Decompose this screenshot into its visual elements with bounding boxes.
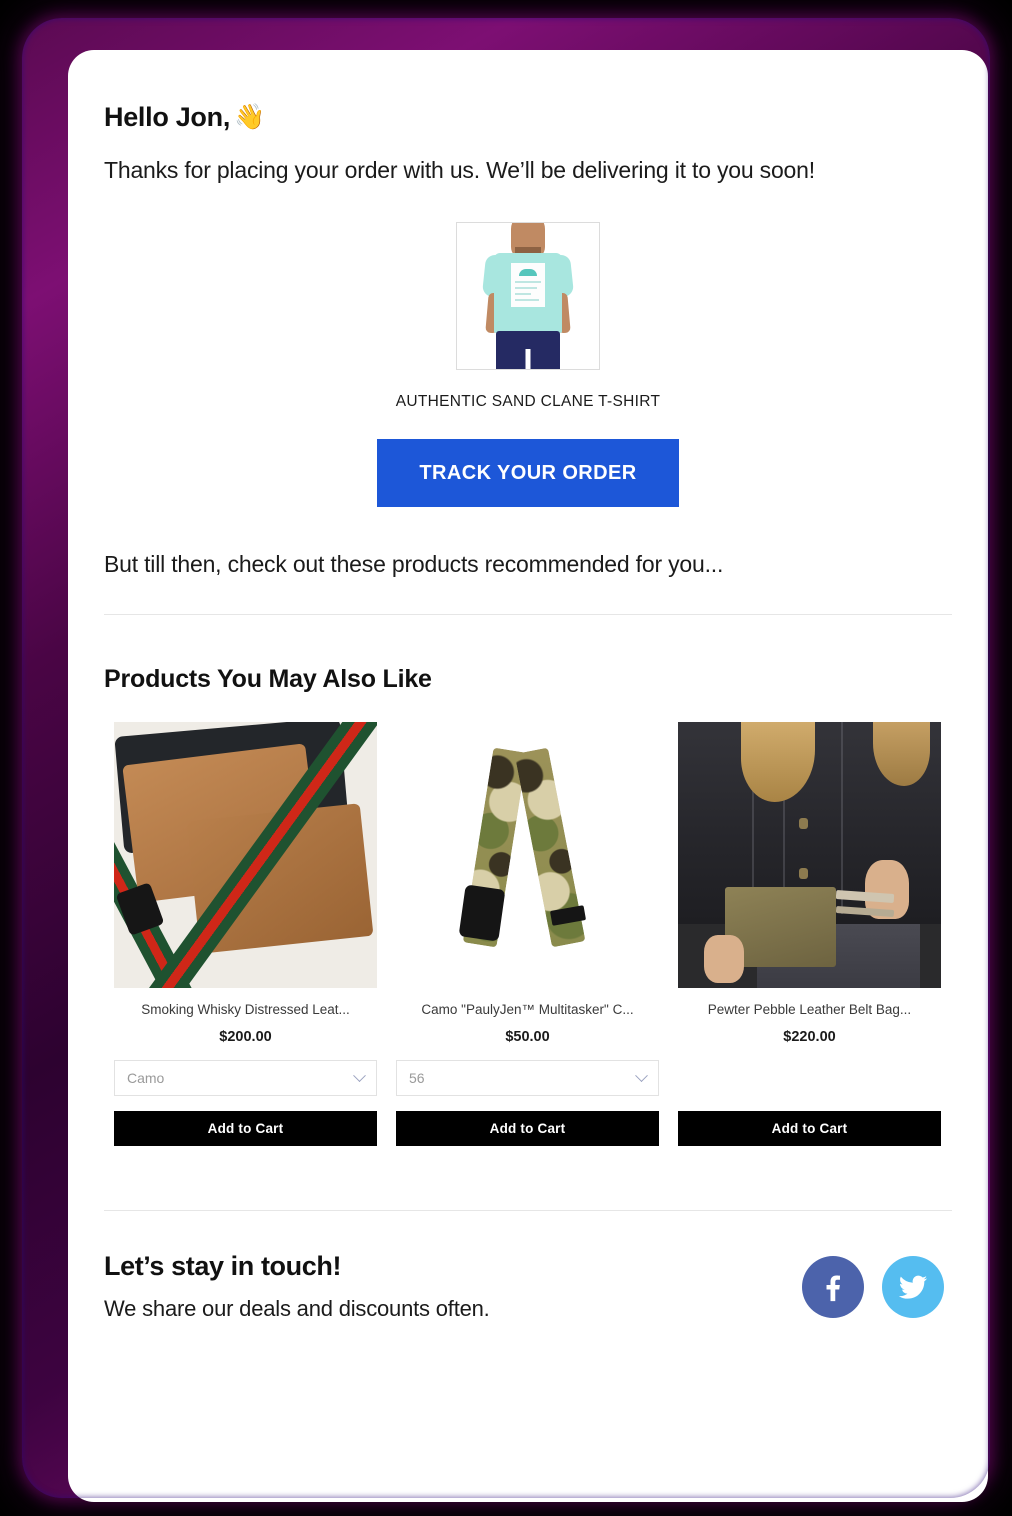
chevron-down-icon — [353, 1068, 366, 1082]
product-price: $200.00 — [219, 1029, 272, 1045]
product-price: $220.00 — [783, 1029, 836, 1045]
product-image[interactable] — [678, 722, 941, 988]
email-card: Hello Jon, 👋 Thanks for placing your ord… — [68, 50, 988, 1502]
twitter-icon[interactable] — [882, 1255, 944, 1318]
teaser-text: But till then, check out these products … — [104, 551, 724, 577]
variant-value: Camo — [127, 1070, 165, 1086]
product-name: Pewter Pebble Leather Belt Bag... — [707, 1002, 912, 1017]
product-name: Smoking Whisky Distressed Leat... — [141, 1002, 350, 1017]
product-name: Camo "PaulyJen™ Multitasker" C... — [421, 1002, 634, 1017]
footer-subtitle: We share our deals and discounts often. — [104, 1296, 490, 1321]
add-to-cart-button[interactable]: Add to Cart — [678, 1111, 941, 1146]
greeting-line: Hello Jon, 👋 — [68, 102, 988, 133]
variant-placeholder — [678, 1045, 941, 1096]
product-card: Pewter Pebble Leather Belt Bag... $220.0… — [678, 722, 941, 1146]
chevron-down-icon — [635, 1068, 648, 1082]
product-image[interactable] — [114, 722, 377, 988]
product-variant-select[interactable]: Camo — [114, 1060, 377, 1096]
hero-product-title: AUTHENTIC SAND CLANE T-SHIRT — [395, 393, 661, 410]
greeting-text: Hello Jon, — [104, 102, 231, 132]
divider-top — [104, 614, 952, 615]
track-your-order-button[interactable]: TRACK YOUR ORDER — [377, 439, 679, 507]
facebook-icon[interactable] — [802, 1255, 864, 1318]
hero-section: AUTHENTIC SAND CLANE T-SHIRT TRACK YOUR … — [68, 222, 988, 507]
footer-section: Let’s stay in touch! We share our deals … — [68, 1251, 988, 1322]
social-links — [802, 1255, 952, 1318]
product-price: $50.00 — [505, 1029, 550, 1045]
recommendations-title: Products You May Also Like — [104, 665, 432, 693]
product-card: Camo "PaulyJen™ Multitasker" C... $50.00… — [396, 722, 659, 1146]
glowing-device-frame: Hello Jon, 👋 Thanks for placing your ord… — [22, 18, 990, 1502]
product-variant-select[interactable]: 56 — [396, 1060, 659, 1096]
hero-product-image — [456, 222, 600, 370]
product-image[interactable] — [396, 722, 659, 988]
product-grid: Smoking Whisky Distressed Leat... $200.0… — [68, 722, 988, 1146]
variant-value: 56 — [409, 1070, 425, 1086]
add-to-cart-button[interactable]: Add to Cart — [396, 1111, 659, 1146]
intro-text: Thanks for placing your order with us. W… — [104, 157, 815, 183]
waving-hand-icon: 👋 — [234, 103, 265, 131]
product-card: Smoking Whisky Distressed Leat... $200.0… — [114, 722, 377, 1146]
footer-title: Let’s stay in touch! — [104, 1251, 342, 1281]
divider-bottom — [104, 1210, 952, 1211]
add-to-cart-button[interactable]: Add to Cart — [114, 1111, 377, 1146]
